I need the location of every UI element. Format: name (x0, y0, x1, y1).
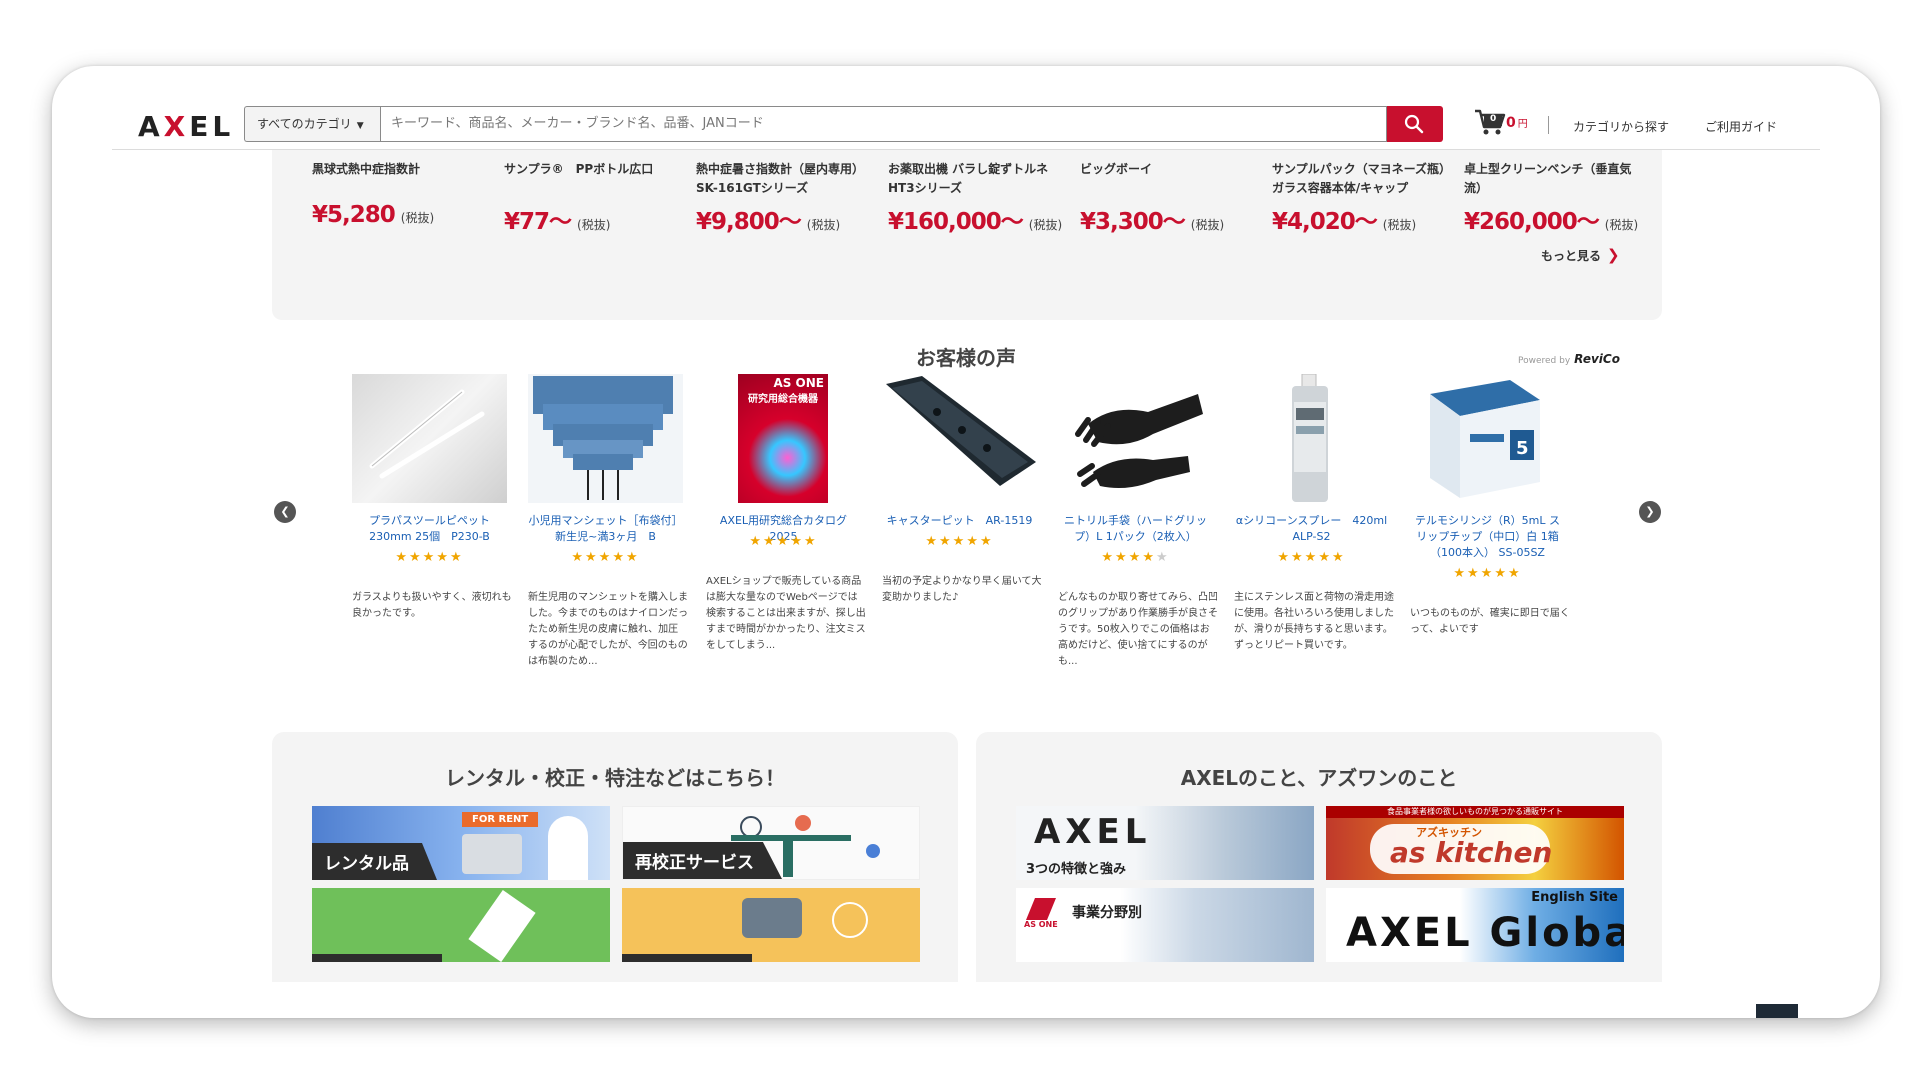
cart-amount: 0円 (1506, 115, 1528, 131)
review-product-image[interactable] (1058, 374, 1213, 503)
category-select[interactable]: すべてのカテゴリ ▼ (244, 106, 380, 142)
review-text: ガラスよりも扱いやすく、液切れも良かったです。 (352, 592, 512, 619)
cart-count: 0 (1490, 114, 1497, 124)
asone-logo-text: AS ONE (1024, 920, 1058, 929)
category-search-link[interactable]: カテゴリから探す (1573, 118, 1669, 135)
as-kitchen-logo: as kitchen (1390, 836, 1553, 869)
product-name[interactable]: お薬取出機 バラし錠ずトルネ HT3シリーズ (888, 160, 1068, 198)
review-product-name[interactable]: αシリコーンスプレー 420ml ALP-S2 (1234, 513, 1398, 545)
rating-stars: ★★★★★ (749, 534, 818, 549)
rental-tile[interactable]: FOR RENT レンタル品 (312, 806, 610, 880)
axel-logo: AXEL (1034, 812, 1152, 852)
product-name[interactable]: サンプルパック（マヨネーズ瓶）ガラス容器本体/キャップ (1272, 160, 1452, 198)
rating-stars: ★★★★★ (395, 550, 464, 565)
page-viewport: 黒球式熱中症指数計 ¥5,280 (税抜) サンプラ® PPボトル広口 ¥77〜(… (112, 106, 1820, 982)
recalibration-tile[interactable]: 再校正サービス (622, 806, 920, 880)
review-text: 新生児用のマンシェットを購入しました。今までのものはナイロンだったため新生児の皮… (528, 592, 688, 667)
product-name[interactable]: 黒球式熱中症指数計 (312, 160, 492, 179)
review-product-image[interactable] (352, 374, 507, 503)
business-field-label: 事業分野別 (1072, 905, 1142, 921)
axel-features-tile[interactable]: AXEL 3つの特徴と強み (1016, 806, 1314, 880)
rating-stars: ★★★★★ (571, 550, 640, 565)
product-name[interactable]: 卓上型クリーンベンチ（垂直気流） (1464, 160, 1644, 198)
product-name[interactable]: ビッグボーイ (1080, 160, 1260, 179)
caret-down-icon: ▼ (356, 121, 364, 131)
axel-features-label: 3つの特徴と強み (1026, 862, 1127, 877)
instrument-image (742, 898, 802, 938)
product-price: ¥160,000〜 (税抜) (888, 209, 1063, 235)
carousel-next-button[interactable]: ❯ (1639, 501, 1661, 523)
product-price: ¥3,300〜 (税抜) (1080, 209, 1225, 235)
business-field-tile[interactable]: AS ONE 事業分野別 (1016, 888, 1314, 962)
site-header: AXEL すべてのカテゴリ ▼ キーワード、商品名、メーカー・ブランド名、品番、J… (112, 106, 1820, 150)
tile-label-strip (622, 954, 752, 962)
as-kitchen-tile[interactable]: 食品事業者様の欲しいものが見つかる通販サイト アズキッチン as kitchen (1326, 806, 1624, 880)
product-price: ¥5,280 (税抜) (312, 202, 435, 228)
rating-stars: ★★★★★ (1101, 550, 1170, 565)
catalog-cover-title: 研究用総合機器 (748, 394, 818, 405)
person-illustration (548, 816, 588, 880)
review-product-image[interactable] (882, 374, 1037, 503)
asone-logo-mark (1026, 898, 1056, 920)
about-title: AXELのこと、アズワンのこと (1180, 766, 1458, 790)
cart-button[interactable]: 0 (1474, 108, 1506, 140)
product-name[interactable]: サンプラ® PPボトル広口 (504, 160, 684, 179)
site-logo[interactable]: AXEL (138, 110, 234, 143)
divider (1548, 116, 1549, 134)
review-product-image[interactable] (528, 374, 683, 503)
for-rent-badge: FOR RENT (462, 812, 539, 827)
services-title: レンタル・校正・特注などはこちら！ (445, 766, 785, 790)
rating-stars: ★★★★★ (925, 534, 994, 549)
review-product-name[interactable]: キャスターピット AR-1519 (882, 513, 1037, 529)
carousel-prev-button[interactable]: ❮ (274, 501, 296, 523)
rating-stars: ★★★★★ (1453, 566, 1522, 581)
review-product-name[interactable]: ニトリル手袋（ハードグリップ）L 1パック（2枚入） (1058, 513, 1213, 545)
axel-global-logo: AXEL Global (1346, 910, 1624, 956)
revico-logo[interactable]: ReviCo (1574, 352, 1620, 366)
wrench-icon (468, 889, 536, 962)
search-button[interactable] (1387, 106, 1443, 142)
review-product-name[interactable]: 小児用マンシェット［布袋付］ 新生児~満3ヶ月 B (528, 513, 683, 545)
tile-label-strip (312, 954, 442, 962)
review-text: AXELショップで販売している商品は膨大な量なのでWebページでは検索することは… (706, 576, 866, 651)
review-product-image[interactable]: 5 (1410, 374, 1565, 503)
product-price: ¥4,020〜 (税抜) (1272, 209, 1417, 235)
search-input[interactable]: キーワード、商品名、メーカー・ブランド名、品番、JANコード (380, 106, 1387, 142)
product-price: ¥260,000〜 (税抜) (1464, 209, 1639, 235)
catalog-cover-brand: AS ONE (773, 376, 824, 390)
review-text: 当初の予定よりかなり早く届いて大変助かりました♪ (882, 576, 1042, 603)
recalibration-label: 再校正サービス (623, 842, 782, 879)
guide-link[interactable]: ご利用ガイド (1705, 118, 1777, 135)
as-kitchen-top-text: 食品事業者様の欲しいものが見つかる通販サイト (1326, 806, 1624, 818)
chevron-right-icon: ❯ (1607, 246, 1620, 264)
svg-text:5: 5 (1516, 438, 1529, 459)
product-name[interactable]: 熱中症暑さ指数計（屋内専用） SK-161GTシリーズ (696, 160, 876, 198)
service-tile[interactable] (622, 888, 920, 962)
product-price: ¥9,800〜 (税抜) (696, 209, 841, 235)
review-text: 主にステンレス面と荷物の滑走用途に使用。各社いろいろ使用しましたが、滑りが長持ち… (1234, 592, 1394, 651)
search-icon (1404, 114, 1424, 134)
custom-order-tile[interactable] (312, 888, 610, 962)
circle-decoration (832, 902, 868, 938)
back-to-top-button[interactable] (1756, 1004, 1798, 1018)
product-price: ¥77〜 (税抜) (504, 209, 611, 235)
rental-label: レンタル品 (312, 843, 437, 880)
axel-global-tile[interactable]: English Site AXEL Global (1326, 888, 1624, 962)
powered-by: Powered by ReviCo (1518, 352, 1620, 366)
more-link[interactable]: もっと見る ❯ (1541, 246, 1620, 264)
browser-window: 黒球式熱中症指数計 ¥5,280 (税抜) サンプラ® PPボトル広口 ¥77〜(… (52, 66, 1880, 1018)
rating-stars: ★★★★★ (1277, 550, 1346, 565)
english-site-badge: English Site (1531, 890, 1618, 905)
review-product-image[interactable] (1234, 374, 1389, 503)
review-product-image[interactable]: AS ONE 研究用総合機器 (706, 374, 861, 503)
microscope-image (462, 834, 522, 874)
review-product-name[interactable]: テルモシリンジ（R）5mL スリップチップ（中口）白 1箱（100本入） SS-… (1410, 513, 1565, 561)
about-panel: AXELのこと、アズワンのこと AXEL 3つの特徴と強み 食品事業者様の欲しい… (976, 732, 1662, 982)
services-panel: レンタル・校正・特注などはこちら！ FOR RENT レンタル品 再校正サービス (272, 732, 958, 982)
review-text: いつものものが、確実に即日で届くって、よいです (1410, 608, 1570, 635)
review-product-name[interactable]: プラパスツールピペット 230mm 25個 P230-B (352, 513, 507, 545)
review-text: どんなものか取り寄せてみら、凸凹のグリップがあり作業勝手が良さそうです。50枚入… (1058, 592, 1218, 667)
